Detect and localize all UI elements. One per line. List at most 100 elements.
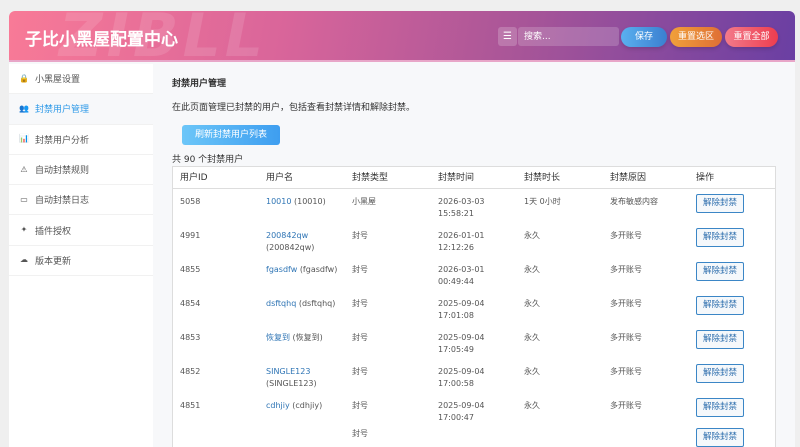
display-name: (200842qw) (266, 243, 315, 252)
header: ZIBLL 子比小黑屋配置中心 ☰ 保存 重置选区 重置全部 (9, 11, 795, 62)
unban-button[interactable]: 解除封禁 (696, 428, 744, 447)
sidebar-item-label: 封禁用户管理 (35, 105, 90, 116)
sidebar-item[interactable]: 🔒 小黑屋设置 (9, 64, 153, 95)
column-header: 用户ID (180, 173, 208, 183)
display-name: (SINGLE123) (266, 379, 317, 388)
username-link[interactable]: SINGLE123 (266, 367, 310, 376)
ban-reason: 多开账号 (610, 333, 642, 342)
ban-date: 2025-09-04 (438, 299, 485, 308)
column-header: 封禁时长 (524, 173, 561, 183)
banned-users-table: 用户ID 用户名 封禁类型 封禁时间 封禁时长 封禁原因 操作 5058 10010 (1001… (172, 166, 776, 447)
table-row: 封号 解除封禁 (173, 427, 775, 447)
ban-type: 封号 (352, 265, 368, 274)
unban-button[interactable]: 解除封禁 (696, 194, 744, 213)
ban-type: 封号 (352, 429, 368, 438)
ban-date: 2026-03-01 (438, 265, 485, 274)
column-header: 封禁时间 (438, 173, 475, 183)
ban-duration: 永久 (524, 299, 540, 308)
display-name: (cdhjiy) (292, 401, 323, 410)
ban-time: 2025-09-04 17:01:08 (438, 298, 498, 322)
banned-count: 共 90 个封禁用户 (172, 155, 244, 165)
ban-clock: 17:00:47 (438, 413, 474, 422)
ban-date: 2025-09-04 (438, 333, 485, 342)
ban-clock: 17:01:08 (438, 311, 474, 320)
username: fgasdfw (fgasdfw) (266, 264, 348, 276)
ban-clock: 15:58:21 (438, 209, 474, 218)
ban-time: 2025-09-04 17:00:47 (438, 400, 498, 424)
username-link[interactable]: 10010 (266, 197, 291, 206)
sidebar-item-label: 版本更新 (35, 256, 72, 267)
ban-time: 2026-03-03 15:58:21 (438, 196, 498, 220)
save-button[interactable]: 保存 (621, 27, 667, 47)
username: SINGLE123 (SINGLE123) (266, 366, 348, 390)
user-id: 4851 (180, 401, 201, 410)
ban-time: 2025-09-04 17:00:58 (438, 366, 498, 390)
ban-reason: 多开账号 (610, 299, 642, 308)
user-id: 4855 (180, 265, 201, 274)
username-link[interactable]: cdhjiy (266, 401, 290, 410)
username: 恢复到 (恢复到) (266, 332, 348, 344)
ban-duration: 永久 (524, 401, 540, 410)
username-link[interactable]: fgasdfw (266, 265, 297, 274)
sidebar-item[interactable]: 📊 封禁用户分析 (9, 125, 153, 155)
column-header: 封禁类型 (352, 173, 389, 183)
username: 10010 (10010) (266, 196, 348, 208)
page-description: 在此页面管理已封禁的用户，包括查看封禁详情和解除封禁。 (172, 103, 416, 113)
ban-clock: 17:00:58 (438, 379, 474, 388)
list-toggle-icon[interactable]: ☰ (498, 27, 517, 46)
display-name: (fgasdfw) (299, 265, 338, 274)
log-icon: ▭ (20, 194, 28, 204)
sidebar-item-label: 自动封禁规则 (35, 166, 90, 177)
table-header: 用户ID 用户名 封禁类型 封禁时间 封禁时长 封禁原因 操作 (173, 167, 775, 189)
display-name: (恢复到) (292, 333, 323, 342)
user-id: 5058 (180, 197, 201, 206)
ban-time: 2025-09-04 17:05:49 (438, 332, 498, 356)
username-link[interactable]: dsftqhq (266, 299, 296, 308)
username-link[interactable]: 恢复到 (266, 333, 290, 342)
ban-time: 2026-01-01 12:12:26 (438, 230, 498, 254)
unban-button[interactable]: 解除封禁 (696, 330, 744, 349)
unban-button[interactable]: 解除封禁 (696, 228, 744, 247)
sidebar-item[interactable]: 👥 封禁用户管理 (9, 94, 153, 125)
sidebar-item[interactable]: ▭ 自动封禁日志 (9, 185, 153, 216)
table-row: 4991 200842qw (200842qw) 封号 2026-01-01 12:12… (173, 223, 775, 257)
display-name: (dsftqhq) (298, 299, 336, 308)
column-header: 封禁原因 (610, 173, 647, 183)
display-name: (10010) (294, 197, 326, 206)
sidebar-item-label: 小黑屋设置 (35, 75, 81, 86)
ban-duration: 1天 0小时 (524, 197, 561, 206)
table-row: 4854 dsftqhq (dsftqhq) 封号 2025-09-04 17:01:0… (173, 291, 775, 325)
table-row: 4852 SINGLE123 (SINGLE123) 封号 2025-09-04 17:… (173, 359, 775, 393)
sidebar-item[interactable]: ⚠ 自动封禁规则 (9, 155, 153, 186)
ban-reason: 多开账号 (610, 231, 642, 240)
users-icon: 👥 (19, 103, 29, 113)
ban-clock: 00:49:44 (438, 277, 474, 286)
reset-all-button[interactable]: 重置全部 (725, 27, 778, 47)
ban-duration: 永久 (524, 231, 540, 240)
refresh-list-button[interactable]: 刷新封禁用户列表 (182, 125, 280, 145)
column-header: 操作 (696, 173, 715, 183)
ban-duration: 永久 (524, 367, 540, 376)
username: cdhjiy (cdhjiy) (266, 400, 348, 412)
username-link[interactable]: 200842qw (266, 231, 308, 240)
ban-type: 小黑屋 (352, 197, 376, 206)
ban-date: 2026-01-01 (438, 231, 485, 240)
ban-reason: 发布敏感内容 (610, 197, 658, 206)
table-row: 4853 恢复到 (恢复到) 封号 2025-09-04 17:05:49 永久 多开账号 解… (173, 325, 775, 359)
sidebar-item[interactable]: ✦ 插件授权 (9, 215, 153, 246)
sidebar-item[interactable]: ☁ 版本更新 (9, 246, 153, 277)
unban-button[interactable]: 解除封禁 (696, 262, 744, 281)
user-id: 4853 (180, 333, 201, 342)
cloud-icon: ☁ (20, 255, 28, 265)
sidebar: 🔒 小黑屋设置 👥 封禁用户管理 📊 封禁用户分析 ⚠ 自动封禁规则 ▭ 自动封禁日志 ✦ 插件授权 ☁… (9, 64, 153, 447)
sidebar-item-label: 插件授权 (35, 226, 72, 237)
ban-type: 封号 (352, 299, 368, 308)
table-row: 5058 10010 (10010) 小黑屋 2026-03-03 15:58:21 1天… (173, 189, 775, 223)
unban-button[interactable]: 解除封禁 (696, 364, 744, 383)
search-input[interactable] (518, 27, 619, 46)
ban-type: 封号 (352, 333, 368, 342)
unban-button[interactable]: 解除封禁 (696, 296, 744, 315)
unban-button[interactable]: 解除封禁 (696, 398, 744, 417)
reset-section-button[interactable]: 重置选区 (670, 27, 722, 47)
ban-date: 2026-03-03 (438, 197, 485, 206)
